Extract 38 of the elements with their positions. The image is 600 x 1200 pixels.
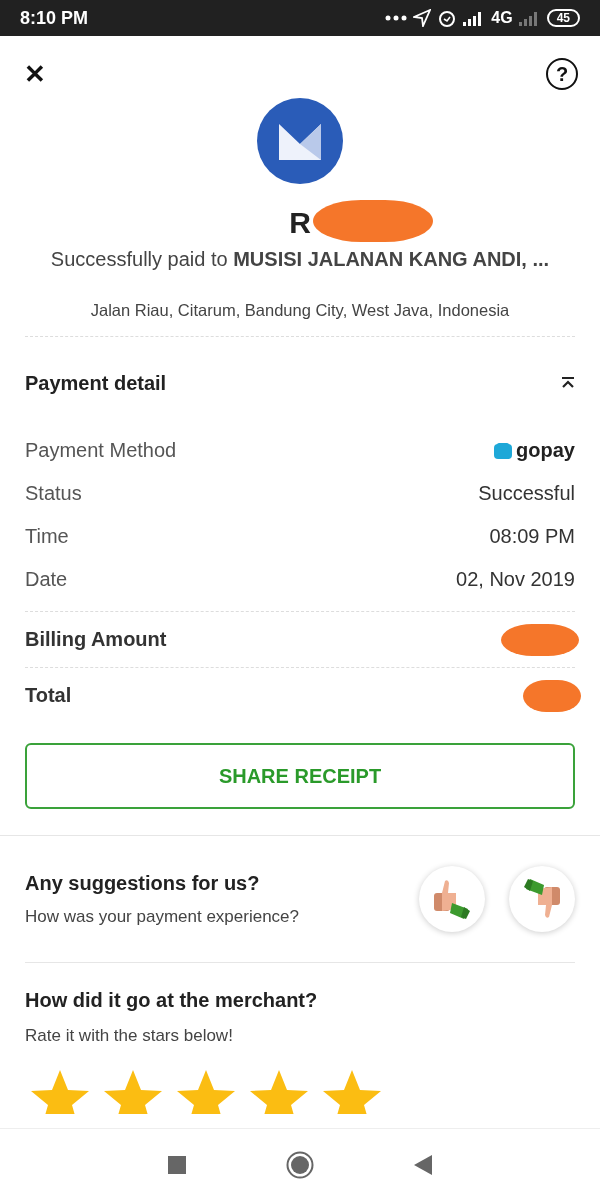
detail-value: Successful [478, 482, 575, 505]
network-type: 4G [491, 9, 513, 27]
star-icon[interactable] [103, 1068, 163, 1114]
merchant-address: Jalan Riau, Citarum, Bandung City, West Java, Indonesia [90, 301, 510, 320]
payment-method-name: gopay [516, 439, 575, 462]
feedback-subtitle: How was your payment experience? [25, 906, 300, 927]
detail-label: Payment Method [25, 439, 177, 462]
star-icon[interactable] [30, 1068, 90, 1114]
thumbs-up-button[interactable] [419, 866, 485, 932]
star-icon[interactable] [322, 1068, 382, 1114]
notification-dots-icon [385, 15, 408, 21]
section-title: Payment detail [25, 371, 167, 395]
payment-message: Successfully paid to MUSISI JALANAN KANG ANDI, ... [50, 248, 550, 271]
feedback-title: Any suggestions for us? [25, 871, 261, 895]
star-icon[interactable] [249, 1068, 309, 1114]
collapse-icon[interactable] [561, 377, 575, 389]
detail-label: Status [25, 482, 82, 505]
share-receipt-button[interactable]: SHARE RECEIPT [25, 743, 575, 809]
star-icon[interactable] [176, 1068, 236, 1114]
back-icon[interactable] [414, 1154, 432, 1175]
payment-amount: R [289, 206, 311, 239]
help-button[interactable]: ? [546, 58, 578, 90]
home-icon[interactable] [286, 1150, 314, 1179]
thumbs-down-button[interactable] [509, 866, 575, 932]
close-button[interactable]: ✕ [24, 58, 46, 90]
wallet-icon [494, 442, 513, 459]
detail-value: 08:09 PM [489, 525, 575, 548]
battery-level: 45 [546, 9, 580, 27]
rating-subtitle: Rate it with the stars below! [25, 1026, 234, 1046]
detail-label: Time [25, 525, 69, 548]
detail-label: Date [25, 568, 68, 591]
detail-value: 02, Nov 2019 [456, 568, 575, 591]
location-arrow-icon [413, 9, 432, 27]
status-time: 8:10 PM [20, 7, 89, 29]
recent-apps-icon[interactable] [168, 1155, 186, 1174]
total-label: Total [25, 684, 72, 707]
rating-title: How did it go at the merchant? [25, 989, 319, 1012]
total-label: Billing Amount [25, 628, 167, 651]
